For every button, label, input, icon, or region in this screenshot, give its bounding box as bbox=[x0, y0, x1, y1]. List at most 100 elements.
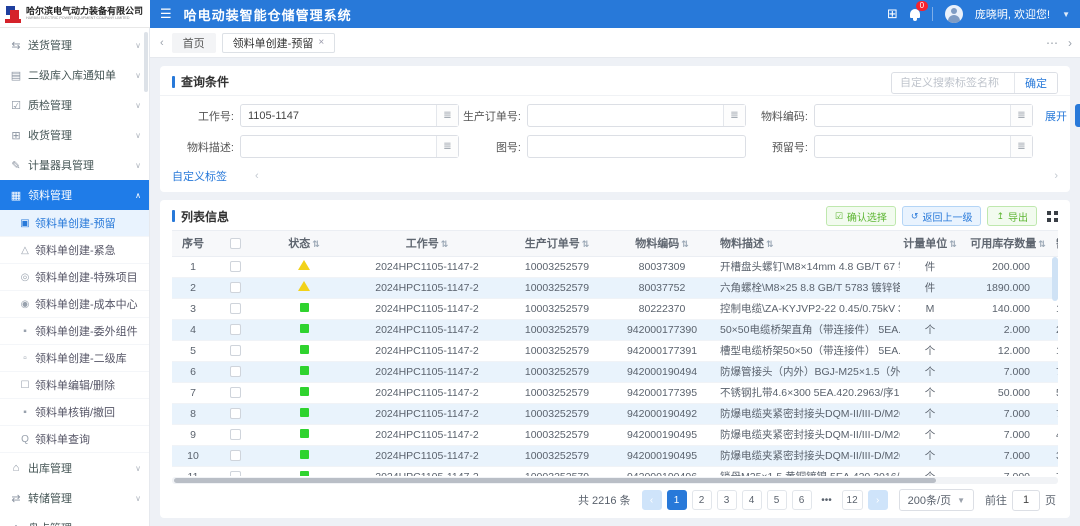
row-checkbox[interactable] bbox=[230, 471, 241, 476]
search-button[interactable]: 查询 bbox=[1075, 104, 1080, 127]
table-row[interactable]: 112024HPC1105-1147-210003252579942000190… bbox=[172, 466, 1058, 476]
table-row[interactable]: 32024HPC1105-1147-21000325257980222370控制… bbox=[172, 298, 1058, 319]
column-header-生产订单号[interactable]: 生产订单号⇅ bbox=[502, 231, 612, 256]
tabs-scroll-right-icon[interactable]: › bbox=[1068, 36, 1072, 50]
sort-icon[interactable]: ⇅ bbox=[681, 239, 689, 249]
tabs-scroll-left-icon[interactable]: ‹ bbox=[158, 37, 166, 49]
notification-bell-icon[interactable]: 0 bbox=[910, 7, 920, 21]
multi-value-icon[interactable]: ≣ bbox=[723, 105, 745, 126]
multi-value-icon[interactable]: ≣ bbox=[436, 105, 458, 126]
tags-prev-icon[interactable]: ‹ bbox=[255, 170, 259, 182]
column-header-需求数量[interactable]: 需求数量⇅ bbox=[1056, 231, 1058, 256]
tabs-more-icon[interactable]: ⋯ bbox=[1046, 36, 1058, 50]
column-header-物料编码[interactable]: 物料编码⇅ bbox=[612, 231, 712, 256]
row-checkbox[interactable] bbox=[230, 261, 241, 272]
page-button-12[interactable]: 12 bbox=[842, 490, 863, 510]
tag-confirm-button[interactable]: 确定 bbox=[1014, 73, 1057, 93]
goto-page-input[interactable] bbox=[1012, 490, 1040, 511]
sidebar-subitem-create-urgent[interactable]: △领料单创建-紧急 bbox=[0, 237, 149, 264]
table-row[interactable]: 12024HPC1105-1147-21000325257980037309开槽… bbox=[172, 256, 1058, 277]
sidebar-item-receiving[interactable]: ⊞收货管理∨ bbox=[0, 120, 149, 150]
sidebar-item-delivery[interactable]: ⇆送货管理∨ bbox=[0, 30, 149, 60]
tab-close-icon[interactable]: × bbox=[318, 37, 324, 48]
multi-value-icon[interactable]: ≣ bbox=[1010, 105, 1032, 126]
table-horizontal-scrollbar[interactable] bbox=[172, 477, 1058, 484]
user-menu-caret-icon[interactable]: ▼ bbox=[1062, 10, 1070, 19]
column-header-状态[interactable]: 状态⇅ bbox=[256, 231, 352, 256]
next-page-button[interactable]: › bbox=[868, 490, 888, 510]
column-settings-icon[interactable] bbox=[1047, 211, 1058, 222]
table-row[interactable]: 42024HPC1105-1147-2100032525799420001773… bbox=[172, 319, 1058, 340]
sidebar-item-transfer[interactable]: ⇄转储管理∨ bbox=[0, 483, 149, 513]
table-row[interactable]: 92024HPC1105-1147-2100032525799420001904… bbox=[172, 424, 1058, 445]
page-button-1[interactable]: 1 bbox=[667, 490, 687, 510]
page-button-2[interactable]: 2 bbox=[692, 490, 712, 510]
row-checkbox[interactable] bbox=[230, 387, 241, 398]
sidebar-item-inbound-notice[interactable]: ▤二级库入库通知单∨ bbox=[0, 60, 149, 90]
sidebar-item-outbound[interactable]: ⌂出库管理∨ bbox=[0, 453, 149, 483]
sidebar-subitem-create-reserve[interactable]: ▣领料单创建-预留 bbox=[0, 210, 149, 237]
sidebar-subitem-writeoff-recall[interactable]: ▪领料单核销/撤回 bbox=[0, 399, 149, 426]
row-checkbox[interactable] bbox=[230, 345, 241, 356]
table-vertical-scrollbar[interactable] bbox=[1052, 257, 1058, 301]
fullscreen-icon[interactable]: ⊞ bbox=[887, 6, 898, 22]
column-header-计量单位[interactable]: 计量单位⇅ bbox=[900, 231, 960, 256]
confirm-select-button[interactable]: ☑ 确认选择 bbox=[826, 206, 896, 226]
table-row[interactable]: 52024HPC1105-1147-2100032525799420001773… bbox=[172, 340, 1058, 361]
sidebar-item-material-requisition[interactable]: ▦领料管理∧ bbox=[0, 180, 149, 210]
page-button-4[interactable]: 4 bbox=[742, 490, 762, 510]
multi-value-icon[interactable]: ≣ bbox=[436, 136, 458, 157]
page-button-5[interactable]: 5 bbox=[767, 490, 787, 510]
生产订单号-input[interactable] bbox=[528, 110, 723, 122]
multi-value-icon[interactable]: ≣ bbox=[1010, 136, 1032, 157]
sidebar-subitem-query[interactable]: Q领料单查询 bbox=[0, 426, 149, 453]
sidebar-subitem-create-special[interactable]: ◎领料单创建-特殊项目 bbox=[0, 264, 149, 291]
row-checkbox[interactable] bbox=[230, 408, 241, 419]
back-button[interactable]: ↺ 返回上一级 bbox=[902, 206, 982, 226]
row-checkbox[interactable] bbox=[230, 282, 241, 293]
header-checkbox[interactable] bbox=[230, 238, 241, 249]
sidebar-subitem-edit-delete[interactable]: ☐领料单编辑/删除 bbox=[0, 372, 149, 399]
sidebar-item-stocktake[interactable]: ◇盘点管理∨ bbox=[0, 513, 149, 526]
tab-首页[interactable]: 首页 bbox=[172, 33, 216, 53]
page-size-select[interactable]: 200条/页 ▼ bbox=[899, 489, 974, 511]
table-row[interactable]: 22024HPC1105-1147-21000325257980037752六角… bbox=[172, 277, 1058, 298]
sidebar-collapse-icon[interactable]: ☰ bbox=[160, 6, 172, 22]
sidebar-item-measuring-tools[interactable]: ✎计量器具管理∨ bbox=[0, 150, 149, 180]
export-button[interactable]: ↥ 导出 bbox=[987, 206, 1037, 226]
sort-icon[interactable]: ⇅ bbox=[441, 239, 449, 249]
物料描述-input[interactable] bbox=[241, 141, 436, 153]
table-row[interactable]: 62024HPC1105-1147-2100032525799420001904… bbox=[172, 361, 1058, 382]
工作号-input[interactable] bbox=[241, 110, 436, 122]
table-row[interactable]: 72024HPC1105-1147-2100032525799420001773… bbox=[172, 382, 1058, 403]
sort-icon[interactable]: ⇅ bbox=[582, 239, 590, 249]
row-checkbox[interactable] bbox=[230, 303, 241, 314]
sidebar-item-quality[interactable]: ☑质检管理∨ bbox=[0, 90, 149, 120]
sidebar-scrollbar[interactable] bbox=[144, 32, 148, 92]
avatar[interactable] bbox=[945, 5, 963, 23]
prev-page-button[interactable]: ‹ bbox=[642, 490, 662, 510]
物料编码-input[interactable] bbox=[815, 110, 1010, 122]
sort-icon[interactable]: ⇅ bbox=[949, 239, 957, 249]
custom-tag-name-input[interactable] bbox=[892, 77, 1014, 89]
page-button-6[interactable]: 6 bbox=[792, 490, 812, 510]
sidebar-subitem-create-secondary[interactable]: ▫领料单创建-二级库 bbox=[0, 345, 149, 372]
sort-icon[interactable]: ⇅ bbox=[312, 239, 320, 249]
column-header-物料描述[interactable]: 物料描述⇅ bbox=[712, 231, 900, 256]
row-checkbox[interactable] bbox=[230, 366, 241, 377]
table-row[interactable]: 102024HPC1105-1147-210003252579942000190… bbox=[172, 445, 1058, 466]
tags-next-icon[interactable]: › bbox=[1054, 170, 1058, 182]
sidebar-subitem-create-outsourced[interactable]: ▪领料单创建-委外组件 bbox=[0, 318, 149, 345]
custom-tag-link[interactable]: 自定义标签 bbox=[172, 168, 227, 184]
sort-icon[interactable]: ⇅ bbox=[1038, 239, 1046, 249]
预留号-input[interactable] bbox=[815, 141, 1010, 153]
expand-link[interactable]: 展开 bbox=[1045, 108, 1067, 124]
tab-领料单创建-预留[interactable]: 领料单创建-预留× bbox=[222, 33, 336, 53]
page-button-3[interactable]: 3 bbox=[717, 490, 737, 510]
table-row[interactable]: 82024HPC1105-1147-2100032525799420001904… bbox=[172, 403, 1058, 424]
row-checkbox[interactable] bbox=[230, 324, 241, 335]
row-checkbox[interactable] bbox=[230, 429, 241, 440]
column-header-可用库存数量[interactable]: 可用库存数量⇅ bbox=[960, 231, 1056, 256]
column-header-工作号[interactable]: 工作号⇅ bbox=[352, 231, 502, 256]
row-checkbox[interactable] bbox=[230, 450, 241, 461]
